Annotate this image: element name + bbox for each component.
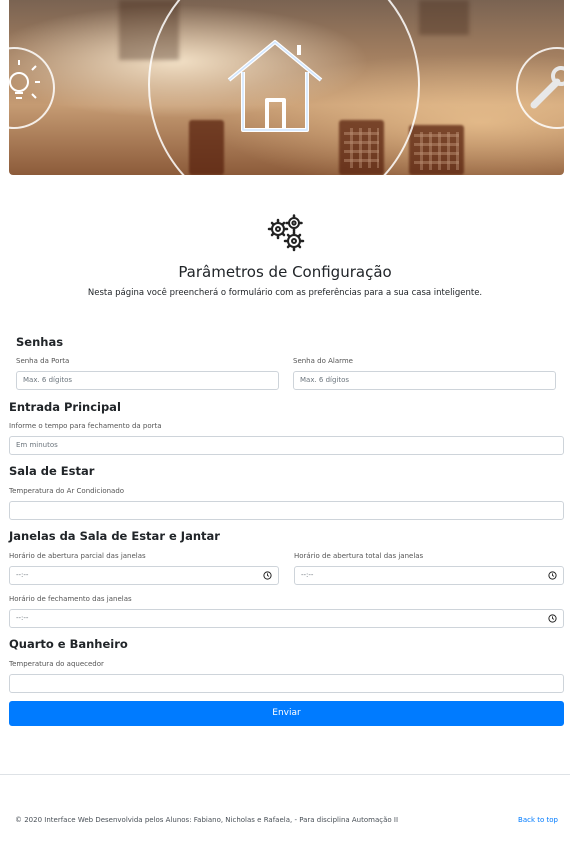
clock-icon[interactable] xyxy=(548,614,557,623)
gears-icon xyxy=(266,213,306,253)
page-title: Parâmetros de Configuração xyxy=(178,263,392,281)
submit-button[interactable]: Enviar xyxy=(9,701,564,726)
clock-icon[interactable] xyxy=(263,571,272,580)
fechamento-janelas-value: --:-- xyxy=(16,614,29,622)
temp-aquecedor-input[interactable] xyxy=(9,674,564,693)
fechamento-janelas-label: Horário de fechamento das janelas xyxy=(9,595,132,603)
senha-porta-input[interactable]: Max. 6 dígitos xyxy=(16,371,279,390)
section-title-quarto: Quarto e Banheiro xyxy=(9,637,128,651)
tempo-fechamento-label: Informe o tempo para fechamento da porta xyxy=(9,422,162,430)
fechamento-janelas-input[interactable]: --:-- xyxy=(9,609,564,628)
hero-banner xyxy=(9,0,564,175)
section-title-senhas: Senhas xyxy=(16,335,64,349)
hero-overlay xyxy=(9,0,564,175)
abertura-parcial-label: Horário de abertura parcial das janelas xyxy=(9,552,146,560)
footer-copyright: © 2020 Interface Web Desenvolvida pelos … xyxy=(15,816,399,824)
section-title-janelas: Janelas da Sala de Estar e Jantar xyxy=(9,529,220,543)
lightbulb-icon xyxy=(9,60,40,99)
abertura-total-value: --:-- xyxy=(301,571,314,579)
temp-ar-input[interactable] xyxy=(9,501,564,520)
wrench-icon xyxy=(530,66,564,109)
senha-porta-label: Senha da Porta xyxy=(16,357,70,365)
abertura-total-input[interactable]: --:-- xyxy=(294,566,564,585)
back-to-top-link[interactable]: Back to top xyxy=(518,816,558,824)
abertura-parcial-input[interactable]: --:-- xyxy=(9,566,279,585)
section-title-sala: Sala de Estar xyxy=(9,464,95,478)
abertura-parcial-value: --:-- xyxy=(16,571,29,579)
footer-divider xyxy=(0,774,570,775)
senha-alarme-label: Senha do Alarme xyxy=(293,357,353,365)
tempo-fechamento-input[interactable]: Em minutos xyxy=(9,436,564,455)
clock-icon[interactable] xyxy=(548,571,557,580)
page-subtitle: Nesta página você preencherá o formulári… xyxy=(87,288,483,298)
temp-aquecedor-label: Temperatura do aquecedor xyxy=(9,660,104,668)
temp-ar-label: Temperatura do Ar Condicionado xyxy=(9,487,125,495)
section-title-entrada: Entrada Principal xyxy=(9,400,121,414)
abertura-total-label: Horário de abertura total das janelas xyxy=(294,552,424,560)
senha-alarme-input[interactable]: Max. 6 dígitos xyxy=(293,371,556,390)
